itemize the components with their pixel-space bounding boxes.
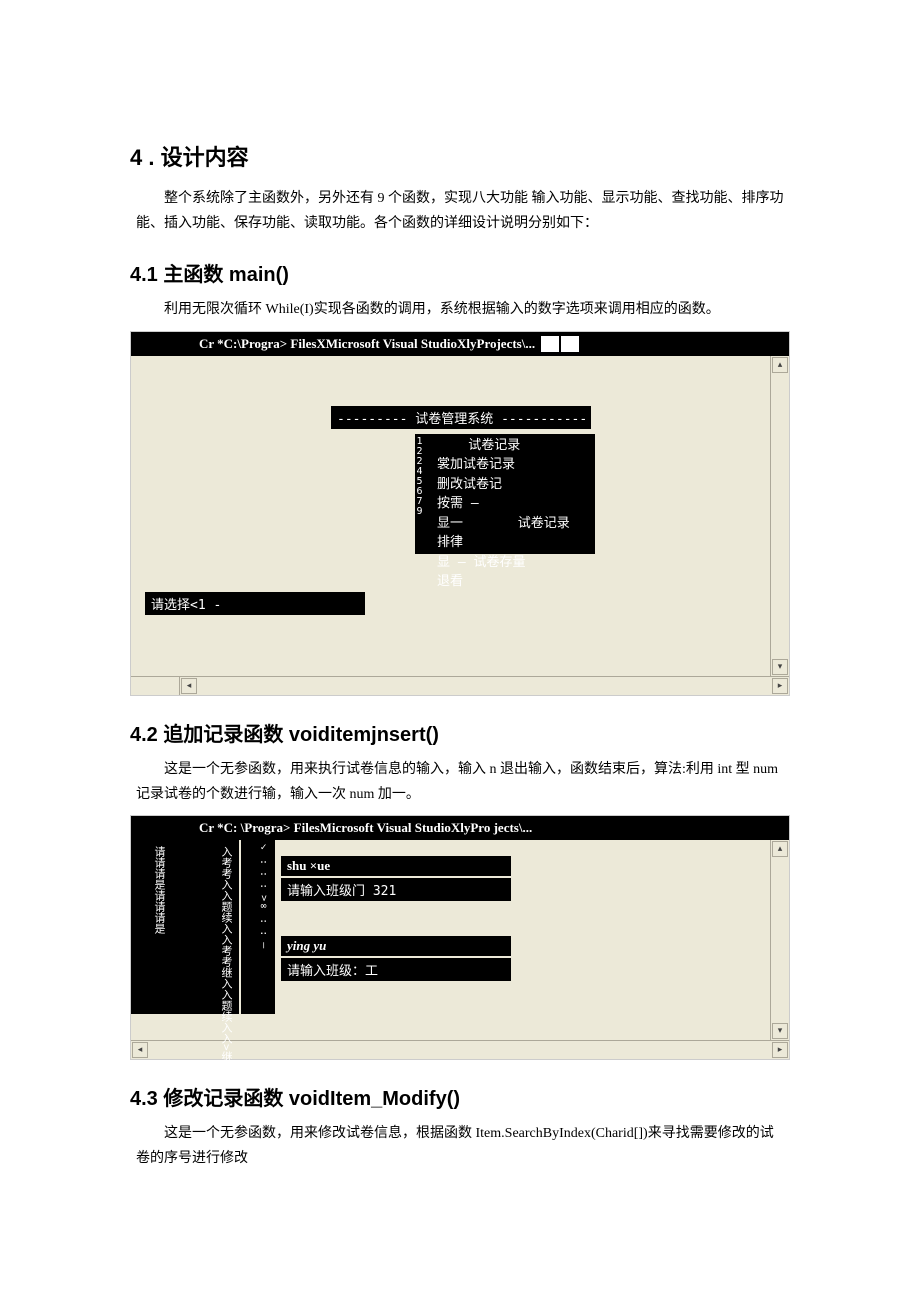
section-4-1-title: 4.1 主函数 main() (130, 258, 790, 287)
section-4-title: 4 . 设计内容 (130, 140, 790, 172)
console-1-menu-header: --------- 试卷管理系统 ----------- (331, 406, 591, 429)
console-1-choose: 请选择<1 - (145, 592, 365, 615)
console-window-1: Cr *C:\Progra> FilesXMicrosoft Visual St… (130, 331, 790, 696)
section-4-intro: 整个系统除了主函数外，另外还有 9 个函数，实现八大功能 输入功能、显示功能、查… (130, 186, 790, 236)
console-1-vscroll[interactable]: ▴ ▾ (770, 356, 789, 676)
console-1-hscroll[interactable]: ◂ ▸ (131, 676, 789, 695)
console-2-vscroll[interactable]: ▴ ▾ (770, 840, 789, 1040)
scroll-right-icon[interactable]: ▸ (772, 1042, 788, 1058)
console-2-line-4: 请输入班级：工 (281, 958, 511, 981)
scroll-left-icon[interactable]: ◂ (132, 1042, 148, 1058)
console-window-2: Cr *C: \Progra> FilesMicrosoft Visual St… (130, 815, 790, 1060)
window-max-icon[interactable] (561, 336, 579, 352)
section-4-1-para: 利用无限次循环 While(I)实现各函数的调用，系统根据输入的数字选项来调用相… (130, 297, 790, 322)
section-4-3-title: 4.3 修改记录函数 voidItem_Modify() (130, 1082, 790, 1111)
console-2-left-col: 请请请是请请请是 (131, 840, 171, 1014)
console-2-body: 请请请是请请请是 入考考入入题续入入考考继入入题续入入>继 ✓ : : : >∞… (131, 840, 770, 1040)
section-4-2-title: 4.2 追加记录函数 voiditemjnsert() (130, 718, 790, 747)
section-4-3-para: 这是一个无参函数，用来修改试卷信息，根据函数 Item.SearchByInde… (130, 1121, 790, 1171)
window-min-icon[interactable] (541, 336, 559, 352)
scroll-right-icon[interactable]: ▸ (772, 678, 788, 694)
console-2-line-1: shu ×ue (281, 856, 511, 876)
section-4-2-para: 这是一个无参函数，用来执行试卷信息的输入，输入 n 退出输入，函数结束后，算法:… (130, 757, 790, 807)
console-1-menu-lines: 试卷记录 裳加试卷记录 删改试卷记 按需 — 显一 试卷记录 排律 显 — 试卷… (431, 434, 595, 554)
console-2-titlebar: Cr *C: \Progra> FilesMicrosoft Visual St… (131, 816, 789, 840)
console-1-title-text: Cr *C:\Progra> FilesXMicrosoft Visual St… (199, 336, 535, 352)
console-2-title-text: Cr *C: \Progra> FilesMicrosoft Visual St… (199, 820, 532, 836)
console-2-line-3: ying yu (281, 936, 511, 956)
console-2-mid-col: 入考考入入题续入入考考继入入题续入入>继 (171, 840, 239, 1014)
scroll-up-icon[interactable]: ▴ (772, 357, 788, 373)
scroll-down-icon[interactable]: ▾ (772, 659, 788, 675)
scroll-down-icon[interactable]: ▾ (772, 1023, 788, 1039)
console-1-numbers-col: 12245679 (415, 434, 431, 554)
scroll-left-icon[interactable]: ◂ (181, 678, 197, 694)
console-2-line-2: 请输入班级门 321 (281, 878, 511, 901)
console-2-mid2-col: ✓ : : : >∞ : : — (241, 840, 275, 1014)
console-1-titlebar: Cr *C:\Progra> FilesXMicrosoft Visual St… (131, 332, 789, 356)
console-1-body: --------- 试卷管理系统 ----------- 12245679 试卷… (131, 356, 770, 676)
scroll-up-icon[interactable]: ▴ (772, 841, 788, 857)
